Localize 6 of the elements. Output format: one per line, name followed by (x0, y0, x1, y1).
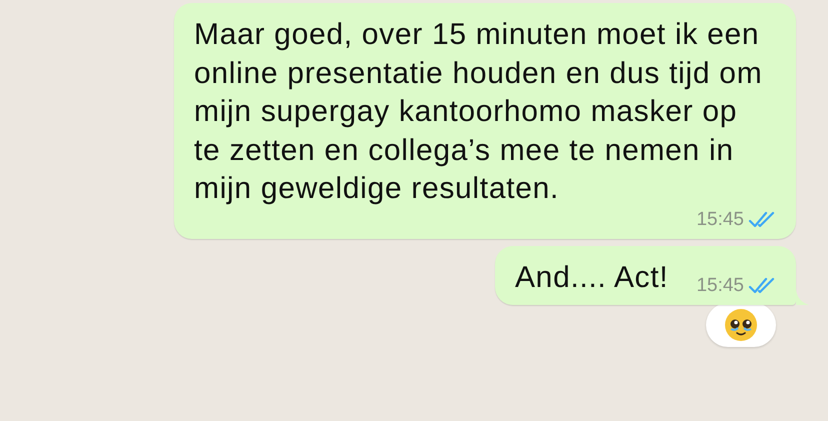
message-time: 15:45 (696, 275, 744, 297)
message-text: Maar goed, over 15 minuten moet ik een online presentatie houden en dus tijd om mijn supergay kantoorhomo masker op te zetten en collega’s mee te nemen in mijn geweldige resultaten. (194, 17, 764, 207)
message-text: And.... Act! (514, 260, 668, 296)
emoji-icon (724, 308, 758, 342)
message-time: 15:45 (696, 208, 744, 230)
reaction-pill[interactable] (706, 303, 776, 347)
